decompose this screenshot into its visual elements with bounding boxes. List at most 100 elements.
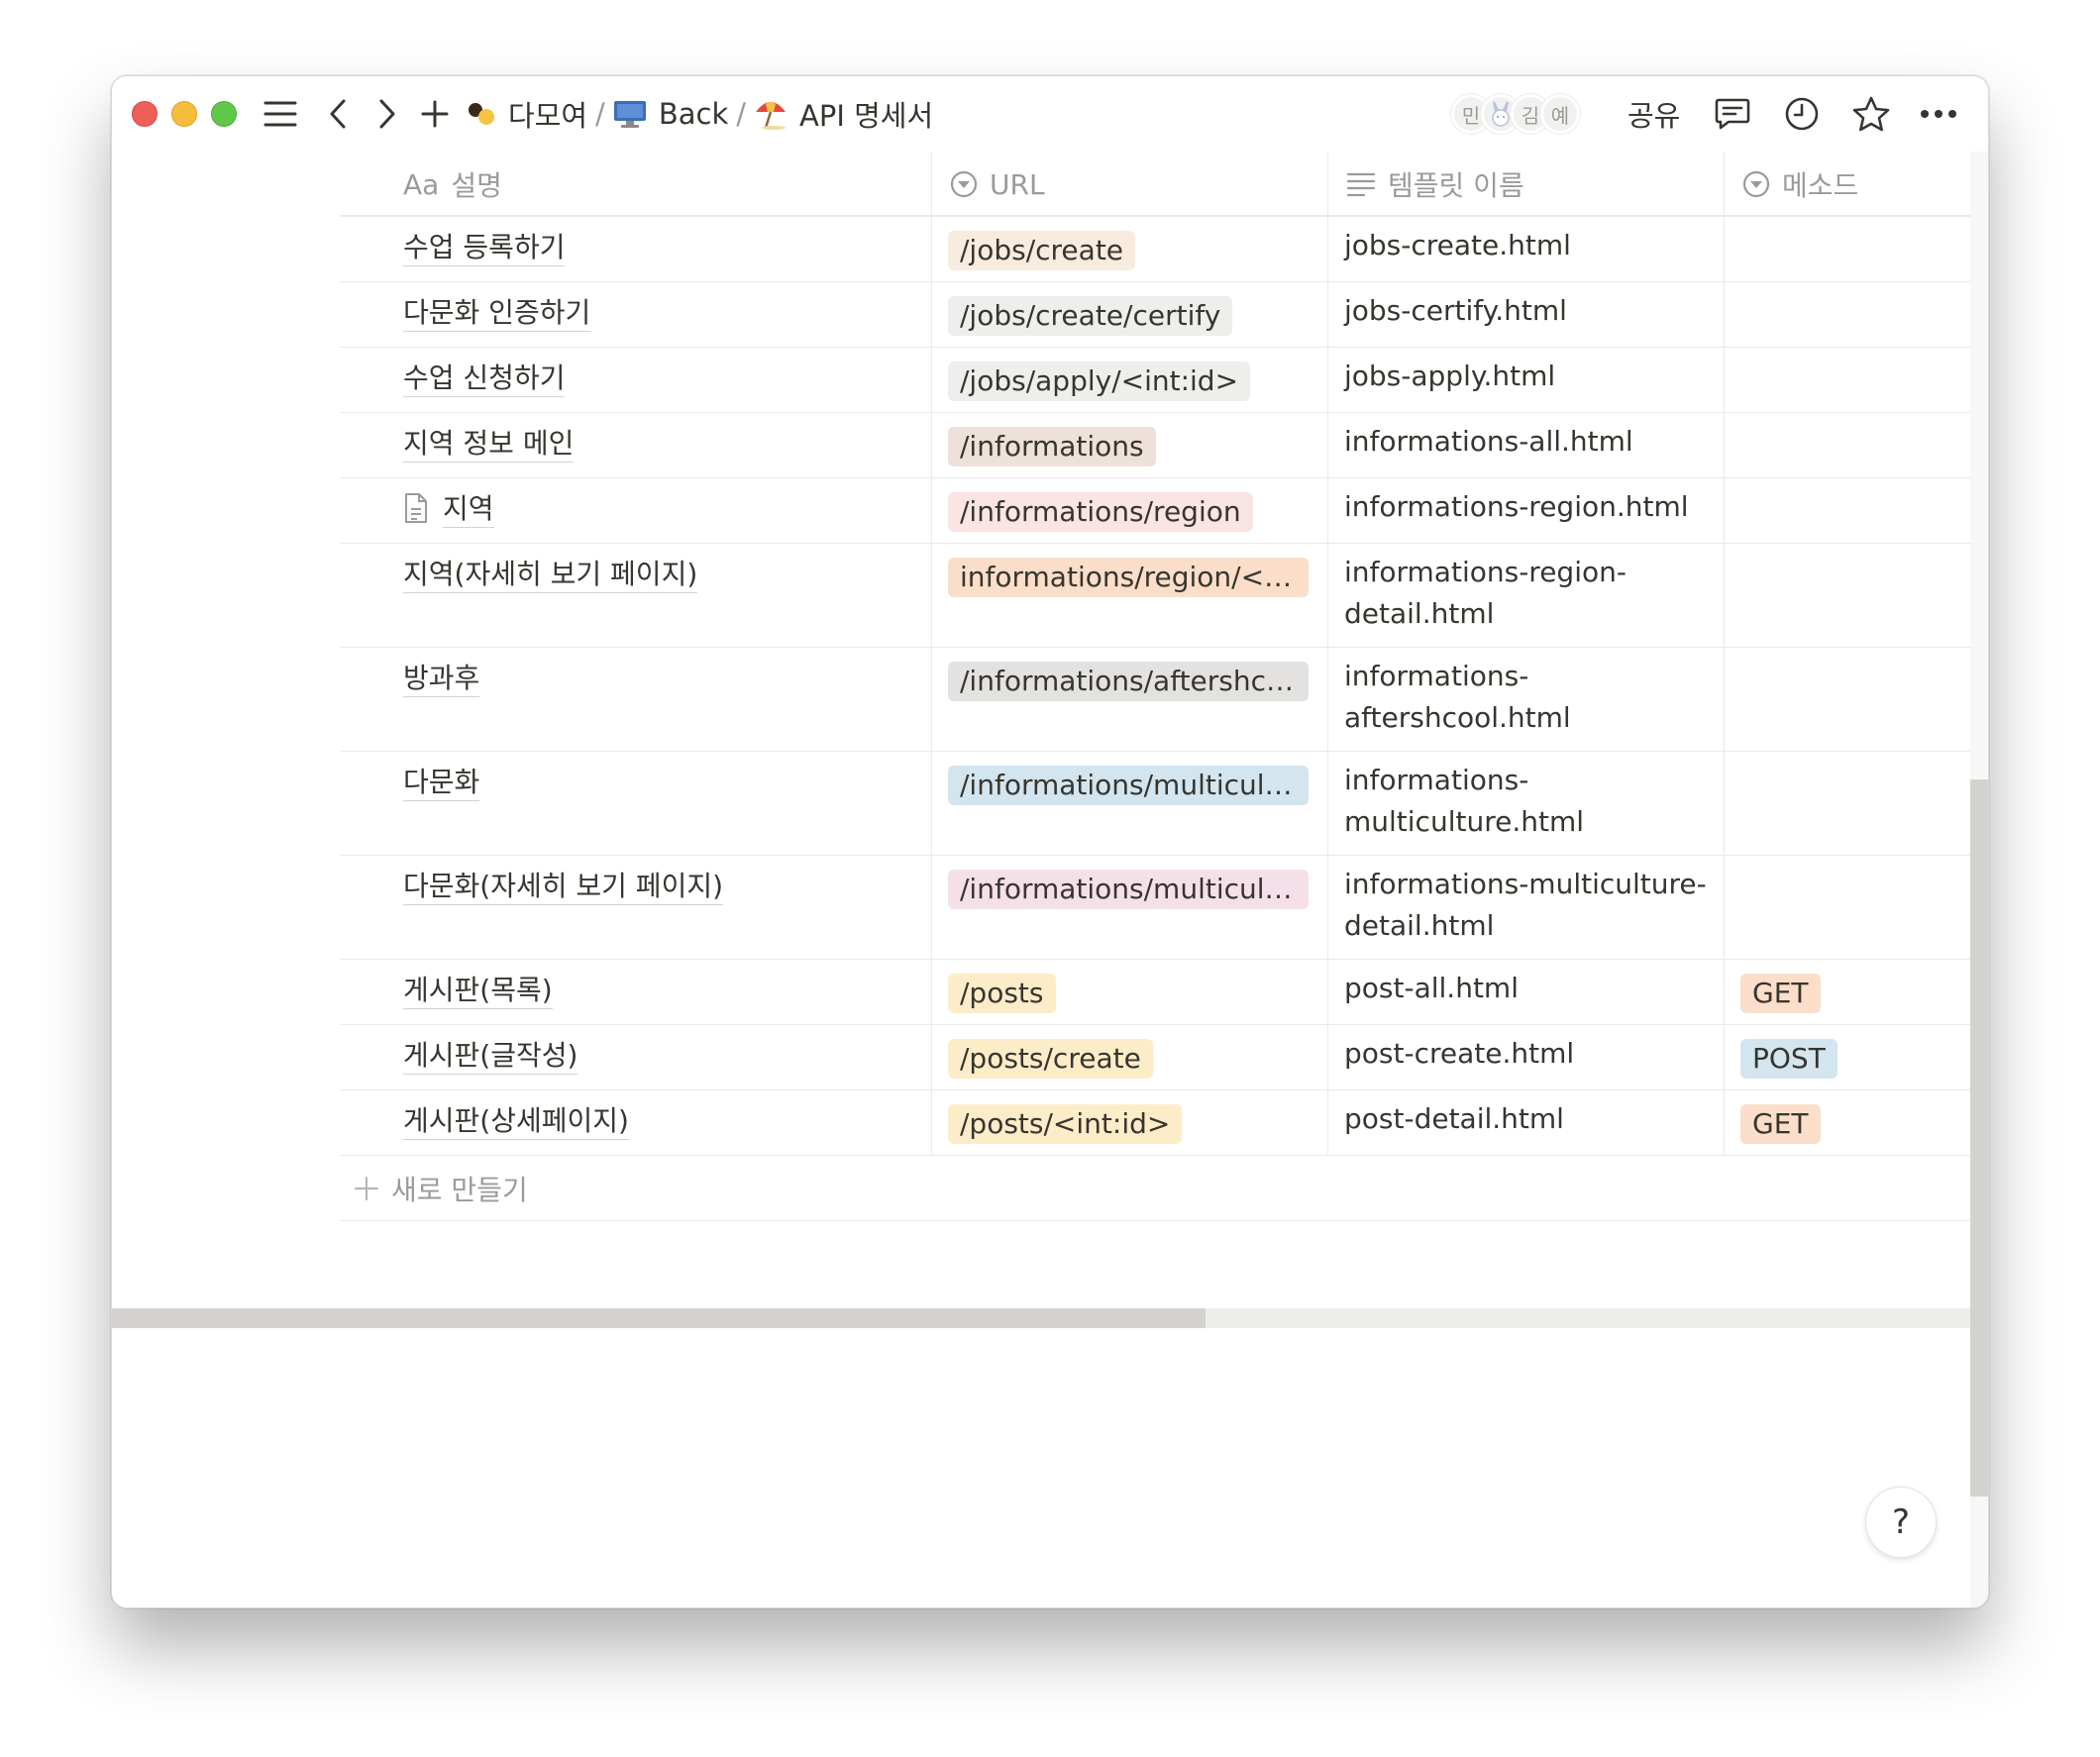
new-page-plus-icon[interactable] <box>417 94 453 134</box>
row-title[interactable]: 방과후 <box>403 662 480 697</box>
collaborator-avatars[interactable]: 민 김 예 <box>1451 92 1580 136</box>
url-tag: /informations/aftershcool <box>948 662 1309 701</box>
sidebar-menu-icon[interactable] <box>261 94 300 134</box>
cell-template-name[interactable]: informations-region.html <box>1328 478 1725 543</box>
cell-method[interactable] <box>1725 752 1976 855</box>
breadcrumb-item-back[interactable]: Back <box>613 97 728 131</box>
cell-method[interactable] <box>1725 282 1976 347</box>
table-row[interactable]: 방과후/informations/aftershcool informations… <box>340 648 1976 752</box>
column-header-template-name[interactable]: 템플릿 이름 <box>1328 152 1725 217</box>
star-favorite-icon[interactable] <box>1849 94 1893 134</box>
clock-history-icon[interactable] <box>1780 94 1824 134</box>
cell-template-name[interactable]: informations-multiculture-detail.html <box>1328 856 1725 959</box>
cell-url[interactable]: /informations/region <box>932 478 1328 543</box>
cell-template-name[interactable]: post-all.html <box>1328 960 1725 1024</box>
cell-method[interactable] <box>1725 544 1976 647</box>
cell-url[interactable]: /informations/multicultural <box>932 752 1328 855</box>
breadcrumb-item-api-spec[interactable]: API 명세서 <box>754 93 933 135</box>
table-row[interactable]: 수업 신청하기/jobs/apply/<int:id> jobs-apply.ht… <box>340 348 1976 413</box>
cell-description[interactable]: 수업 신청하기 <box>340 348 932 412</box>
cell-url[interactable]: /posts/<int:id> <box>932 1090 1328 1155</box>
cell-description[interactable]: 수업 등록하기 <box>340 217 932 281</box>
table-row[interactable]: 게시판(상세페이지) /posts/<int:id> post-detail.htm… <box>340 1090 1976 1156</box>
cell-method[interactable] <box>1725 648 1976 751</box>
table-row[interactable]: 게시판(목록) /posts post-all.html GET <box>340 960 1976 1025</box>
column-header-method[interactable]: 메소드 <box>1725 152 1976 217</box>
column-header-description[interactable]: Aa 설명 <box>340 152 932 217</box>
cell-url[interactable]: /posts/create <box>932 1025 1328 1089</box>
cell-url[interactable]: informations/region/<int:... <box>932 544 1328 647</box>
cell-description[interactable]: 방과후 <box>340 648 932 751</box>
cell-description[interactable]: 게시판(상세페이지) <box>340 1090 932 1155</box>
cell-method[interactable]: GET <box>1725 1090 1976 1155</box>
cell-method[interactable] <box>1725 478 1976 543</box>
cell-url[interactable]: /informations/aftershcool <box>932 648 1328 751</box>
vertical-scrollbar-thumb[interactable] <box>1970 779 1988 1497</box>
cell-template-name[interactable]: jobs-create.html <box>1328 217 1725 281</box>
more-options-icon[interactable] <box>1917 94 1960 134</box>
cell-url[interactable]: /informations <box>932 413 1328 477</box>
share-button[interactable]: 공유 <box>1628 94 1680 134</box>
breadcrumb-item-workspace[interactable]: 다모여 <box>467 93 587 135</box>
cell-description[interactable]: 지역 <box>340 478 932 543</box>
row-title[interactable]: 지역(자세히 보기 페이지) <box>403 558 698 593</box>
column-header-url[interactable]: URL <box>932 152 1328 217</box>
row-title[interactable]: 다문화(자세히 보기 페이지) <box>403 870 724 905</box>
cell-url[interactable]: /jobs/apply/<int:id> <box>932 348 1328 412</box>
row-title[interactable]: 수업 신청하기 <box>403 362 566 397</box>
cell-template-name[interactable]: jobs-certify.html <box>1328 282 1725 347</box>
cell-method[interactable] <box>1725 348 1976 412</box>
forward-arrow-icon[interactable] <box>369 94 405 134</box>
row-title[interactable]: 게시판(상세페이지) <box>403 1104 629 1140</box>
cell-template-name[interactable]: informations-all.html <box>1328 413 1725 477</box>
cell-method[interactable]: POST <box>1725 1025 1976 1089</box>
table-row[interactable]: 지역/informations/region informations-regio… <box>340 478 1976 544</box>
table-row[interactable]: 지역 정보 메인/informations informations-all.ht… <box>340 413 1976 478</box>
cell-url[interactable]: /jobs/create/certify <box>932 282 1328 347</box>
cell-template-name[interactable]: informations-region-detail.html <box>1328 544 1725 647</box>
row-title[interactable]: 다문화 <box>403 766 480 801</box>
cell-url[interactable]: /jobs/create <box>932 217 1328 281</box>
row-title[interactable]: 게시판(목록) <box>403 974 553 1009</box>
back-arrow-icon[interactable] <box>320 94 356 134</box>
cell-description[interactable]: 다문화(자세히 보기 페이지) <box>340 856 932 959</box>
row-title[interactable]: 게시판(글작성) <box>403 1039 578 1075</box>
cell-description[interactable]: 게시판(목록) <box>340 960 932 1024</box>
cell-method[interactable] <box>1725 413 1976 477</box>
cell-method[interactable] <box>1725 217 1976 281</box>
help-button[interactable]: ? <box>1865 1487 1937 1558</box>
cell-template-name[interactable]: informations-aftershcool.html <box>1328 648 1725 751</box>
table-row[interactable]: 게시판(글작성) /posts/create post-create.html POS… <box>340 1025 1976 1090</box>
table-row[interactable]: 다문화 인증하기/jobs/create/certify jobs-certify… <box>340 282 1976 348</box>
new-row-button[interactable]: 새로 만들기 <box>340 1156 1976 1221</box>
cell-method[interactable]: GET <box>1725 960 1976 1024</box>
cell-description[interactable]: 지역 정보 메인 <box>340 413 932 477</box>
cell-url[interactable]: /posts <box>932 960 1328 1024</box>
cell-description[interactable]: 지역(자세히 보기 페이지) <box>340 544 932 647</box>
row-title[interactable]: 다문화 인증하기 <box>403 296 591 332</box>
table-row[interactable]: 다문화/informations/multicultural informatio… <box>340 752 1976 856</box>
avatar[interactable]: 예 <box>1540 94 1580 134</box>
cell-description[interactable]: 다문화 인증하기 <box>340 282 932 347</box>
minimize-window-button[interactable] <box>171 101 197 127</box>
cell-description[interactable]: 다문화 <box>340 752 932 855</box>
row-title[interactable]: 지역 정보 메인 <box>403 427 575 463</box>
cell-template-name[interactable]: post-create.html <box>1328 1025 1725 1089</box>
close-window-button[interactable] <box>132 101 158 127</box>
cell-template-name[interactable]: jobs-apply.html <box>1328 348 1725 412</box>
table-row[interactable]: 다문화(자세히 보기 페이지) /informations/multicultur… <box>340 856 1976 960</box>
cell-template-name[interactable]: post-detail.html <box>1328 1090 1725 1155</box>
table-row[interactable]: 수업 등록하기/jobs/create jobs-create.html <box>340 217 1976 282</box>
horizontal-scrollbar-thumb[interactable] <box>112 1308 1206 1328</box>
cell-url[interactable]: /informations/multicultur... <box>932 856 1328 959</box>
maximize-window-button[interactable] <box>211 101 237 127</box>
table-row[interactable]: 지역(자세히 보기 페이지) informations/region/<int:.… <box>340 544 1976 648</box>
cell-template-name[interactable]: informations-multiculture.html <box>1328 752 1725 855</box>
row-title[interactable]: 지역 <box>443 492 494 528</box>
url-tag: /posts <box>948 974 1056 1013</box>
row-title[interactable]: 수업 등록하기 <box>403 231 566 266</box>
cell-method[interactable] <box>1725 856 1976 959</box>
cell-description[interactable]: 게시판(글작성) <box>340 1025 932 1089</box>
comment-icon[interactable] <box>1711 94 1754 134</box>
select-property-icon <box>950 170 978 198</box>
